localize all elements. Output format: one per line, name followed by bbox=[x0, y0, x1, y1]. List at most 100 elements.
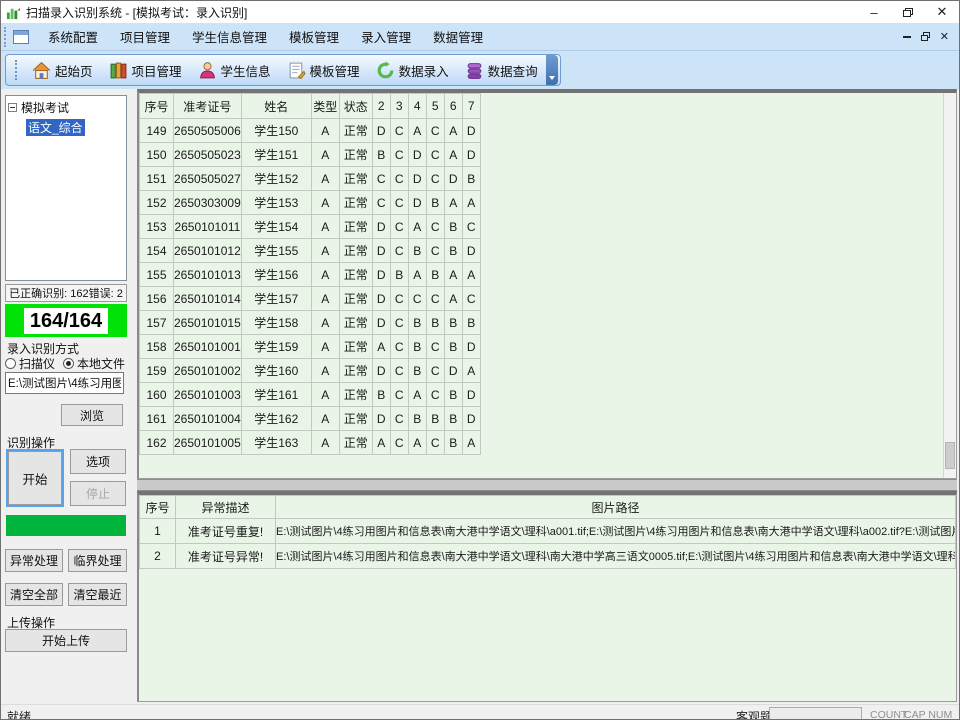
cell: C bbox=[462, 215, 480, 239]
menu-data-mgmt[interactable]: 数据管理 bbox=[422, 23, 494, 50]
column-header: 序号 bbox=[140, 94, 174, 119]
browse-button[interactable]: 浏览 bbox=[61, 404, 123, 426]
result-row[interactable]: 1592650101002学生160A正常DCBCDA bbox=[140, 359, 481, 383]
cell: B bbox=[444, 431, 462, 455]
menu-project-mgmt[interactable]: 项目管理 bbox=[109, 23, 181, 50]
menu-system-config[interactable]: 系统配置 bbox=[37, 23, 109, 50]
start-upload-button[interactable]: 开始上传 bbox=[5, 629, 127, 652]
cell: 2650505023 bbox=[174, 143, 242, 167]
mdi-minimize-icon[interactable] bbox=[903, 36, 911, 38]
restore-glyph bbox=[903, 8, 913, 17]
result-row[interactable]: 1612650101004学生162A正常DCBBBD bbox=[140, 407, 481, 431]
cell: C bbox=[390, 167, 408, 191]
cell: C bbox=[462, 287, 480, 311]
cell: 学生152 bbox=[241, 167, 311, 191]
tree-item-subject[interactable]: 语文_综合 bbox=[26, 119, 85, 136]
toolbar-gripper-icon bbox=[15, 60, 20, 80]
cell: D bbox=[462, 119, 480, 143]
close-icon[interactable]: ✕ bbox=[925, 1, 959, 23]
result-row[interactable]: 1552650101013学生156A正常DBABAA bbox=[140, 263, 481, 287]
mdi-restore-icon[interactable] bbox=[921, 32, 930, 41]
column-header: 姓名 bbox=[241, 94, 311, 119]
options-button[interactable]: 选项 bbox=[70, 449, 126, 474]
result-row[interactable]: 1522650303009学生153A正常CCDBAA bbox=[140, 191, 481, 215]
cell: 2650303009 bbox=[174, 191, 242, 215]
cell: D bbox=[408, 143, 426, 167]
results-scrollbar[interactable] bbox=[943, 93, 956, 478]
column-header: 异常描述 bbox=[176, 496, 276, 519]
start-button[interactable]: 开始 bbox=[6, 449, 64, 507]
cell: C bbox=[390, 119, 408, 143]
menu-template-mgmt[interactable]: 模板管理 bbox=[278, 23, 350, 50]
cell: B bbox=[408, 239, 426, 263]
cell: 2 bbox=[140, 544, 176, 569]
stop-button[interactable]: 停止 bbox=[70, 481, 126, 506]
cell: A bbox=[444, 191, 462, 215]
result-row[interactable]: 1502650505023学生151A正常BCDCAD bbox=[140, 143, 481, 167]
scanner-radio[interactable]: 扫描仪 bbox=[5, 355, 63, 372]
cell: 正常 bbox=[339, 191, 372, 215]
cell: D bbox=[408, 191, 426, 215]
cell: 准考证号重复! bbox=[176, 519, 276, 544]
tree-collapse-icon[interactable] bbox=[8, 103, 17, 112]
result-row[interactable]: 1532650101011学生154A正常DCACBC bbox=[140, 215, 481, 239]
toolbar-overflow-icon[interactable] bbox=[546, 55, 558, 85]
local-file-radio[interactable]: 本地文件 bbox=[63, 355, 125, 372]
mdi-close-icon[interactable]: ✕ bbox=[940, 30, 949, 43]
cell: 正常 bbox=[339, 239, 372, 263]
cell: D bbox=[444, 359, 462, 383]
cell: E:\测试图片\4练习用图片和信息表\南大港中学语文\理科\南大港中学高三语文0… bbox=[276, 544, 956, 569]
menu-student-info-mgmt[interactable]: 学生信息管理 bbox=[181, 23, 278, 50]
toolbar-data-query-label: 数据查询 bbox=[488, 61, 538, 80]
toolbar-student-button[interactable]: 学生信息 bbox=[190, 56, 279, 84]
error-row[interactable]: 1准考证号重复!E:\测试图片\4练习用图片和信息表\南大港中学语文\理科\a0… bbox=[140, 519, 956, 544]
toolbar-home-button[interactable]: 起始页 bbox=[24, 56, 101, 84]
cell: 准考证号异常! bbox=[176, 544, 276, 569]
column-header: 准考证号 bbox=[174, 94, 242, 119]
panel-splitter[interactable] bbox=[137, 479, 957, 491]
result-row[interactable]: 1542650101012学生155A正常DCBCBD bbox=[140, 239, 481, 263]
restore-icon[interactable] bbox=[891, 1, 925, 23]
radio-circle-icon bbox=[63, 358, 74, 369]
critical-handle-button[interactable]: 临界处理 bbox=[68, 549, 127, 572]
child-window-icon bbox=[13, 30, 29, 44]
toolbar-data-query-button[interactable]: 数据查询 bbox=[457, 56, 546, 84]
cell: A bbox=[408, 263, 426, 287]
cell: 155 bbox=[140, 263, 174, 287]
cell: C bbox=[426, 143, 444, 167]
cell: B bbox=[426, 407, 444, 431]
cell: 2650101004 bbox=[174, 407, 242, 431]
clear-recent-button[interactable]: 清空最近 bbox=[68, 583, 127, 606]
minimize-icon[interactable]: – bbox=[857, 1, 891, 23]
tree-item-exam-root[interactable]: 模拟考试 bbox=[8, 99, 124, 116]
result-row[interactable]: 1582650101001学生159A正常ACBCBD bbox=[140, 335, 481, 359]
result-row[interactable]: 1562650101014学生157A正常DCCCAC bbox=[140, 287, 481, 311]
cell: 学生160 bbox=[241, 359, 311, 383]
errors-panel: 序号异常描述图片路径 1准考证号重复!E:\测试图片\4练习用图片和信息表\南大… bbox=[137, 491, 957, 702]
result-row[interactable]: 1492650505006学生150A正常DCACAD bbox=[140, 119, 481, 143]
image-path-input[interactable] bbox=[5, 372, 124, 394]
cell: D bbox=[462, 383, 480, 407]
cell: C bbox=[426, 167, 444, 191]
result-row[interactable]: 1572650101015学生158A正常DCBBBB bbox=[140, 311, 481, 335]
cell: C bbox=[390, 143, 408, 167]
result-row[interactable]: 1622650101005学生163A正常ACACBA bbox=[140, 431, 481, 455]
toolbar-data-entry-button[interactable]: 数据录入 bbox=[368, 56, 457, 84]
abnormal-handle-button[interactable]: 异常处理 bbox=[5, 549, 63, 572]
error-row[interactable]: 2准考证号异常!E:\测试图片\4练习用图片和信息表\南大港中学语文\理科\南大… bbox=[140, 544, 956, 569]
toolbar-project-button[interactable]: 项目管理 bbox=[101, 56, 190, 84]
cell: E:\测试图片\4练习用图片和信息表\南大港中学语文\理科\a001.tif;E… bbox=[276, 519, 956, 544]
scrollbar-thumb[interactable] bbox=[945, 442, 955, 469]
column-header: 3 bbox=[390, 94, 408, 119]
cell: C bbox=[426, 383, 444, 407]
toolbar-project-label: 项目管理 bbox=[132, 61, 182, 80]
result-row[interactable]: 1512650505027学生152A正常CCDCDB bbox=[140, 167, 481, 191]
clear-all-button[interactable]: 清空全部 bbox=[5, 583, 63, 606]
menu-entry-mgmt[interactable]: 录入管理 bbox=[350, 23, 422, 50]
cell: B bbox=[426, 263, 444, 287]
cell: A bbox=[372, 431, 390, 455]
cell: 学生153 bbox=[241, 191, 311, 215]
toolbar-template-button[interactable]: 模板管理 bbox=[279, 56, 368, 84]
result-row[interactable]: 1602650101003学生161A正常BCACBD bbox=[140, 383, 481, 407]
column-header: 图片路径 bbox=[276, 496, 956, 519]
